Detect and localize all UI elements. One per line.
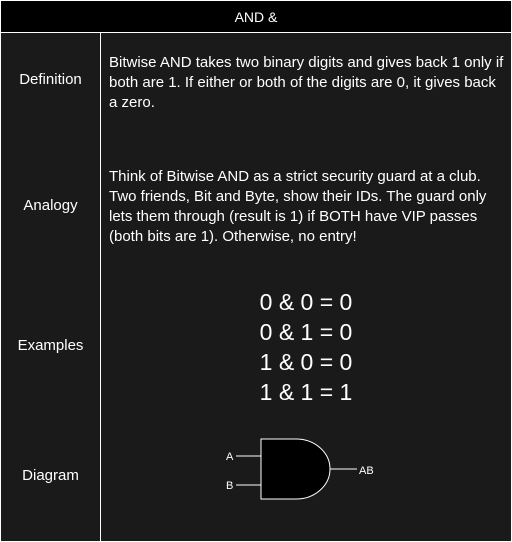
and-operator-table: AND & Definition Bitwise AND takes two b… (0, 0, 512, 542)
and-gate-icon (260, 438, 331, 500)
and-gate-diagram: A B AB (226, 438, 374, 500)
output-label: AB (359, 465, 374, 477)
input-a-label: A (226, 451, 234, 463)
input-b-label: B (226, 480, 233, 492)
